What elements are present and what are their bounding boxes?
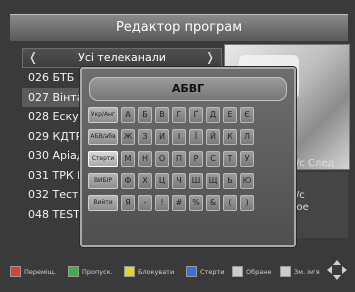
footer-item: Блокувати (124, 266, 174, 277)
keyboard-key[interactable]: Я (121, 195, 135, 211)
keyboard-mode-button[interactable]: Вийти (88, 195, 118, 211)
keyboard-key[interactable]: П (172, 151, 186, 167)
keyboard-key[interactable]: Б (138, 107, 152, 123)
keyboard-key[interactable]: Ю (240, 173, 254, 189)
keyboard-key[interactable]: - (138, 195, 152, 211)
color-key-icon (124, 266, 135, 277)
keyboard-row: АБВ/абв Ж З И І Ї Й К Л (88, 129, 254, 145)
footer-item: Обране (232, 266, 271, 277)
channel-filter-selector[interactable]: ❬ Усі телеканали ❭ (22, 48, 222, 68)
keyboard-key[interactable]: & (206, 195, 220, 211)
footer-item: Пропуск. (68, 266, 113, 277)
keyboard-key[interactable]: Н (138, 151, 152, 167)
keyboard-key[interactable]: М (121, 151, 135, 167)
name-input-value: АБВГ (171, 82, 205, 95)
keyboard-key[interactable]: Х (138, 173, 152, 189)
keyboard-key[interactable]: Ф (121, 173, 135, 189)
keyboard-key[interactable]: Р (189, 151, 203, 167)
fav-icon (232, 266, 243, 277)
keyboard-key[interactable]: О (155, 151, 169, 167)
keyboard-key[interactable]: Є (240, 107, 254, 123)
keyboard-key[interactable]: И (155, 129, 169, 145)
keyboard-key[interactable]: Ц (155, 173, 169, 189)
keyboard-key[interactable]: Ь (223, 173, 237, 189)
keyboard-key[interactable]: Ж (121, 129, 135, 145)
epg-editor-screen: Редактор програм ❬ Усі телеканали ❭ 026 … (0, 0, 355, 292)
keyboard-mode-button[interactable]: Стерти (88, 151, 118, 167)
keyboard-key[interactable]: З (138, 129, 152, 145)
keyboard-row: Стерти М Н О П Р С Т У (88, 151, 254, 167)
keyboard-key[interactable]: % (189, 195, 203, 211)
footer-item: Зм. ім'я (280, 266, 320, 277)
footer-label: Пропуск. (82, 267, 113, 276)
keyboard-key[interactable]: # (172, 195, 186, 211)
footer-label: Стерти (200, 267, 225, 276)
name-input[interactable]: АБВГ (89, 77, 287, 101)
keyboard-key[interactable]: Ґ (189, 107, 203, 123)
color-key-icon (186, 266, 197, 277)
footer-label: Переміщ. (24, 267, 56, 276)
info-line-1: т/с След (290, 158, 335, 169)
rename-icon (280, 266, 291, 277)
keyboard-key[interactable]: Щ (206, 173, 220, 189)
footer-legend: Переміщ. Пропуск. Блокувати Стерти Обране Зм.… (8, 262, 348, 282)
keyboard-key[interactable]: Ч (172, 173, 186, 189)
keyboard-row: ВИБІР Ф Х Ц Ч Ш Щ Ь Ю (88, 173, 254, 189)
keyboard-key[interactable]: Е (223, 107, 237, 123)
keyboard-key[interactable]: Й (206, 129, 220, 145)
color-key-icon (10, 266, 21, 277)
keyboard-key[interactable]: ( (223, 195, 237, 211)
page-title: Редактор програм (115, 20, 243, 35)
keyboard-row: Вийти Я -! #% &() (88, 195, 254, 211)
footer-label: Блокувати (138, 267, 175, 276)
keyboard-key[interactable]: Т (223, 151, 237, 167)
color-key-icon (68, 266, 79, 277)
keyboard-row: Укр/Анг А Б В Г Ґ Д Е Є (88, 107, 254, 123)
keyboard-key[interactable]: Г (172, 107, 186, 123)
keyboard-mode-button[interactable]: ВИБІР (88, 173, 118, 189)
keyboard-key[interactable]: І (172, 129, 186, 145)
footer-label: Обране (246, 267, 272, 276)
onscreen-keyboard-dialog: АБВГ Укр/Анг А Б В Г Ґ Д Е Є АБВ/абв Ж З И І Ї Й К Л Стерт… (80, 67, 296, 247)
keyboard-key[interactable]: А (121, 107, 135, 123)
keyboard-mode-button[interactable]: Укр/Анг (88, 107, 118, 123)
keyboard-key[interactable]: У (240, 151, 254, 167)
footer-item: Переміщ. (10, 266, 56, 277)
footer-item: Стерти (186, 266, 224, 277)
title-bar: Редактор програм (10, 14, 348, 41)
footer-label: Зм. ім'я (294, 267, 320, 276)
keyboard-key[interactable]: ! (155, 195, 169, 211)
keyboard-key[interactable]: В (155, 107, 169, 123)
keyboard-key[interactable]: Л (240, 129, 254, 145)
keyboard-key[interactable]: Ї (189, 129, 203, 145)
keyboard-mode-button[interactable]: АБВ/абв (88, 129, 118, 145)
dpad-icon (327, 260, 347, 280)
keyboard-key[interactable]: С (206, 151, 220, 167)
keyboard-key[interactable]: К (223, 129, 237, 145)
channel-filter-label: Усі телеканали (78, 51, 166, 64)
keyboard-key[interactable]: Д (206, 107, 220, 123)
keyboard-key[interactable]: ) (240, 195, 254, 211)
arrow-right-icon[interactable]: ❭ (205, 50, 215, 64)
keyboard-key[interactable]: Ш (189, 173, 203, 189)
